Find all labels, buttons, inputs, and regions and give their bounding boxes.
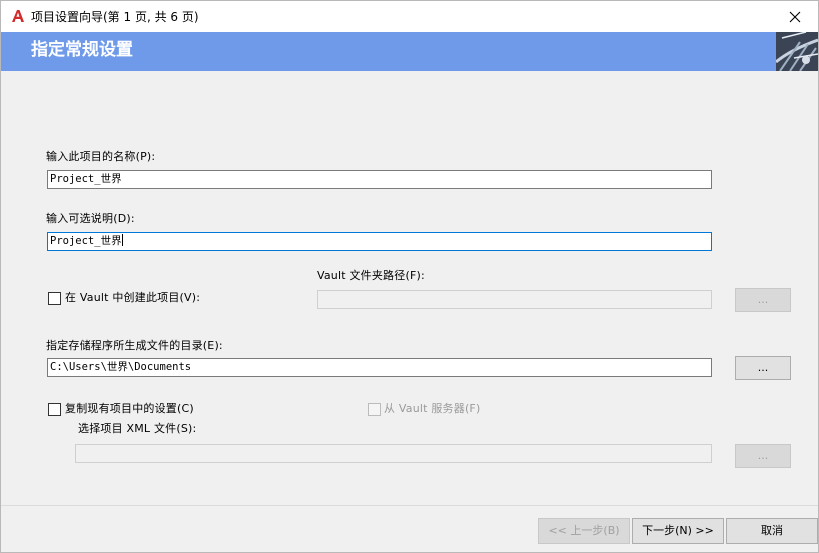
copy-settings-label[interactable]: 复制现有项目中的设置(C)	[65, 402, 194, 416]
description-input[interactable]: Project_世界	[47, 232, 712, 251]
from-vault-label: 从 Vault 服务器(F)	[384, 402, 481, 415]
xml-browse-button: ...	[735, 444, 791, 468]
back-button: << 上一步(B)	[538, 518, 630, 544]
wizard-banner: 指定常规设置	[1, 32, 818, 71]
window-title: 项目设置向导(第 1 页, 共 6 页)	[31, 10, 199, 24]
vault-browse-button: ...	[735, 288, 791, 312]
text-caret	[121, 234, 123, 246]
description-label: 输入可选说明(D):	[46, 212, 135, 225]
xml-file-input	[75, 444, 712, 463]
autocad-a-icon	[12, 10, 24, 22]
output-browse-button[interactable]: ...	[735, 356, 791, 380]
next-button[interactable]: 下一步(N) >>	[632, 518, 724, 544]
close-button[interactable]	[772, 1, 818, 32]
vault-folder-label: Vault 文件夹路径(F):	[317, 269, 425, 282]
description-value: Project_世界	[50, 235, 122, 247]
project-name-value: Project_世界	[50, 173, 122, 185]
output-dir-label: 指定存储程序所生成文件的目录(E):	[46, 339, 223, 352]
wizard-footer: << 上一步(B) 下一步(N) >> 取消	[1, 505, 818, 552]
vault-folder-input	[317, 290, 712, 309]
page-title: 指定常规设置	[31, 40, 133, 60]
wizard-content: 输入此项目的名称(P): Project_世界 输入可选说明(D): Proje…	[1, 71, 818, 505]
vault-checkbox[interactable]	[48, 292, 61, 305]
output-dir-value: C:\Users\世界\Documents	[50, 361, 192, 373]
cancel-button[interactable]: 取消	[726, 518, 818, 544]
banner-image	[776, 32, 818, 71]
xml-file-label: 选择项目 XML 文件(S):	[78, 422, 197, 435]
banner-graphic	[776, 32, 818, 71]
vault-checkbox-label[interactable]: 在 Vault 中创建此项目(V):	[65, 291, 200, 305]
project-name-label: 输入此项目的名称(P):	[46, 150, 156, 163]
copy-settings-checkbox[interactable]	[48, 403, 61, 416]
title-bar: 项目设置向导(第 1 页, 共 6 页)	[1, 1, 818, 32]
from-vault-checkbox	[368, 403, 381, 416]
close-icon	[789, 11, 801, 22]
output-dir-input[interactable]: C:\Users\世界\Documents	[47, 358, 712, 377]
project-setup-wizard-window: 项目设置向导(第 1 页, 共 6 页) 指定常规设置 输入此项目的名称(P):…	[0, 0, 819, 553]
project-name-input[interactable]: Project_世界	[47, 170, 712, 189]
